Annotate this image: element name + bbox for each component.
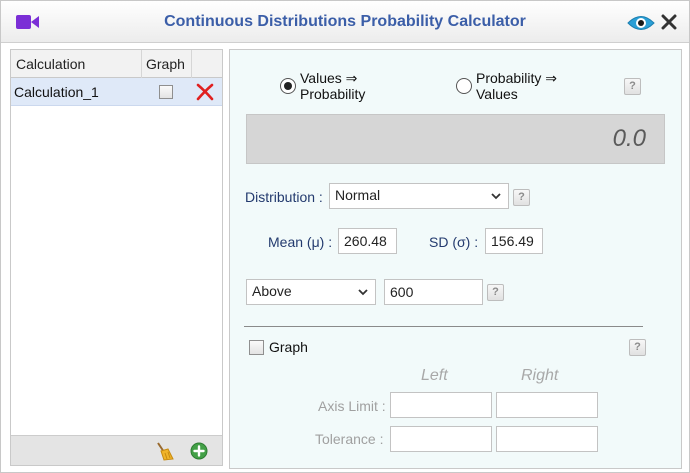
mode-values-to-probability-label-line1[interactable]: Values ⇒: [300, 70, 357, 86]
column-divider: [141, 50, 142, 78]
column-header-graph[interactable]: Graph: [146, 50, 185, 78]
distribution-selected-value: Normal: [335, 187, 381, 203]
tail-selected-value: Above: [252, 283, 292, 299]
help-icon[interactable]: ?: [629, 339, 646, 356]
column-divider: [191, 50, 192, 78]
axis-limit-left-input[interactable]: [390, 392, 492, 418]
window-title: Continuous Distributions Probability Cal…: [164, 13, 526, 30]
row-graph-checkbox[interactable]: [159, 85, 173, 99]
help-icon[interactable]: ?: [624, 78, 641, 95]
tolerance-left-input[interactable]: [390, 426, 492, 452]
tolerance-label: Tolerance :: [315, 431, 384, 447]
calculation-list-panel: Calculation Graph Calculation_1: [10, 49, 223, 466]
sd-label: SD (σ) :: [429, 234, 479, 250]
tail-select[interactable]: Above: [246, 279, 376, 305]
result-display: 0.0: [246, 114, 665, 164]
mean-input[interactable]: [338, 228, 397, 254]
left-column-header: Left: [421, 367, 448, 384]
axis-limit-right-input[interactable]: [496, 392, 598, 418]
mode-values-to-probability-label-line2[interactable]: Probability: [300, 86, 365, 102]
tail-value-input[interactable]: [384, 279, 483, 305]
help-icon[interactable]: ?: [513, 189, 530, 206]
sd-input[interactable]: [485, 228, 543, 254]
mode-probability-to-values-label-line1[interactable]: Probability ⇒: [476, 70, 557, 86]
title-bar: Continuous Distributions Probability Cal…: [1, 1, 689, 43]
section-divider: [244, 326, 643, 327]
calculation-table-header: Calculation Graph: [11, 50, 222, 78]
help-icon[interactable]: ?: [487, 284, 504, 301]
column-header-calculation[interactable]: Calculation: [16, 50, 85, 78]
mean-label: Mean (μ) :: [268, 234, 333, 250]
chevron-down-icon: [491, 193, 501, 200]
calculator-window: Continuous Distributions Probability Cal…: [0, 0, 690, 473]
right-column-header: Right: [521, 367, 559, 384]
calculation-name[interactable]: Calculation_1: [14, 84, 99, 100]
broom-icon[interactable]: [154, 441, 174, 461]
add-icon[interactable]: [190, 442, 208, 460]
mode-probability-to-values-radio[interactable]: [456, 78, 472, 94]
tolerance-right-input[interactable]: [496, 426, 598, 452]
result-value: 0.0: [612, 125, 646, 152]
list-toolbar: [11, 435, 222, 465]
table-row[interactable]: Calculation_1: [11, 78, 222, 106]
calculator-panel: Values ⇒ Probability Probability ⇒ Value…: [229, 49, 682, 469]
mode-probability-to-values-label-line2[interactable]: Values: [476, 86, 518, 102]
eye-icon[interactable]: [627, 14, 655, 32]
delete-icon[interactable]: [195, 82, 215, 102]
distribution-select[interactable]: Normal: [329, 183, 509, 209]
close-icon[interactable]: [661, 14, 677, 30]
graph-checkbox-label[interactable]: Graph: [269, 339, 308, 355]
distribution-label: Distribution :: [245, 189, 323, 205]
chevron-down-icon: [358, 289, 368, 296]
mode-values-to-probability-radio[interactable]: [280, 78, 296, 94]
graph-checkbox[interactable]: [249, 340, 264, 355]
axis-limit-label: Axis Limit :: [318, 398, 386, 414]
